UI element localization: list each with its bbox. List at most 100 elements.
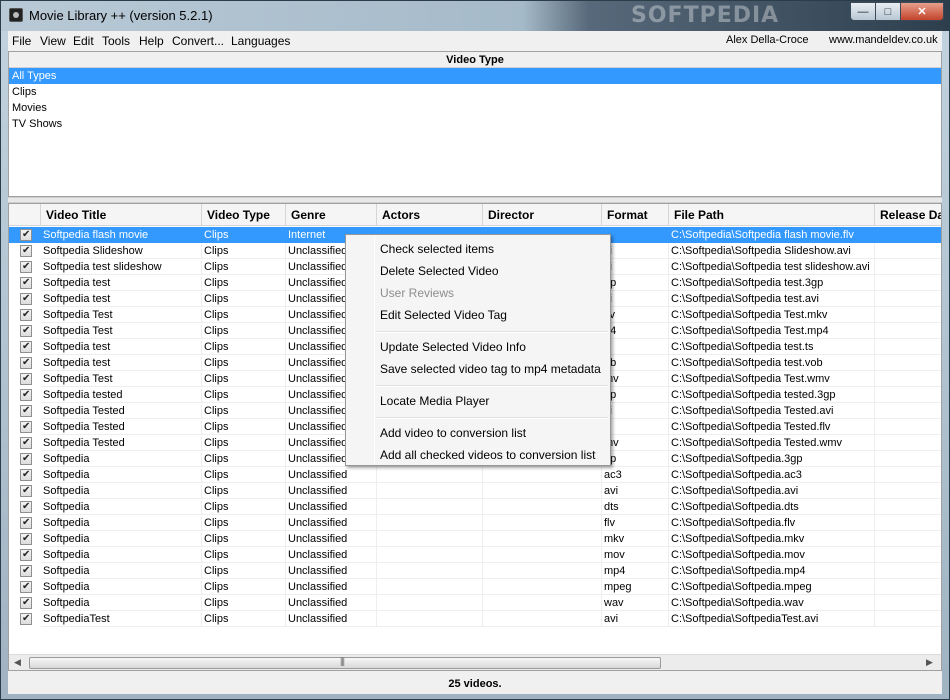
header-file-path[interactable]: File Path bbox=[669, 204, 875, 226]
row-checkbox[interactable] bbox=[20, 275, 32, 291]
row-checkbox[interactable] bbox=[20, 339, 32, 355]
row-checkbox[interactable] bbox=[20, 243, 32, 259]
cell-release-date bbox=[875, 419, 941, 435]
cell-release-date bbox=[875, 307, 941, 323]
close-button[interactable]: ✕ bbox=[900, 2, 944, 21]
menu-file[interactable]: File bbox=[12, 34, 31, 48]
film-reel-icon[interactable] bbox=[9, 8, 23, 22]
menu-help[interactable]: Help bbox=[139, 34, 164, 48]
row-checkbox[interactable] bbox=[20, 483, 32, 499]
cell-release-date bbox=[875, 611, 941, 627]
row-checkbox[interactable] bbox=[20, 259, 32, 275]
table-row[interactable]: SoftpediaClipsUnclassified mp4C:\Softpedi… bbox=[9, 563, 941, 579]
row-checkbox[interactable] bbox=[20, 371, 32, 387]
cell-director bbox=[483, 547, 602, 563]
row-checkbox[interactable] bbox=[20, 307, 32, 323]
table-row[interactable]: SoftpediaClipsUnclassified mpegC:\Softped… bbox=[9, 579, 941, 595]
menu-languages[interactable]: Languages bbox=[231, 34, 290, 48]
row-checkbox[interactable] bbox=[20, 403, 32, 419]
minimize-button[interactable]: — bbox=[850, 2, 876, 21]
grip-icon: ||| bbox=[340, 656, 345, 666]
cell-video-type: Clips bbox=[202, 275, 286, 291]
scrollbar-thumb[interactable]: ||| bbox=[29, 656, 661, 669]
table-row[interactable]: SoftpediaTestClipsUnclassified aviC:\Soft… bbox=[9, 611, 941, 627]
row-checkbox[interactable] bbox=[20, 531, 32, 547]
ctx-update-info[interactable]: Update Selected Video Info bbox=[380, 340, 526, 354]
watermark-logo: SOFTPEDIA bbox=[631, 3, 780, 28]
row-checkbox[interactable] bbox=[20, 563, 32, 579]
row-checkbox[interactable] bbox=[20, 611, 32, 627]
table-row[interactable]: SoftpediaClipsUnclassified wavC:\Softpedi… bbox=[9, 595, 941, 611]
ctx-locate-player[interactable]: Locate Media Player bbox=[380, 394, 489, 408]
scroll-left-icon[interactable]: ◀ bbox=[14, 658, 21, 668]
menu-edit[interactable]: Edit bbox=[73, 34, 94, 48]
table-row[interactable]: SoftpediaClipsUnclassified dtsC:\Softpedi… bbox=[9, 499, 941, 515]
cell-video-type: Clips bbox=[202, 611, 286, 627]
row-checkbox[interactable] bbox=[20, 227, 32, 243]
header-actors[interactable]: Actors bbox=[377, 204, 483, 226]
header-release-date[interactable]: Release Da bbox=[875, 204, 941, 226]
menu-tools[interactable]: Tools bbox=[102, 34, 130, 48]
row-checkbox[interactable] bbox=[20, 579, 32, 595]
cell-file-path: C:\Softpedia\Softpedia Test.mp4 bbox=[669, 323, 875, 339]
ctx-delete-video[interactable]: Delete Selected Video bbox=[380, 264, 499, 278]
row-checkbox[interactable] bbox=[20, 515, 32, 531]
cell-format: wav bbox=[602, 595, 669, 611]
header-checkbox-column[interactable] bbox=[9, 204, 41, 226]
status-bar: 25 videos. bbox=[8, 674, 942, 694]
cell-video-title: Softpedia test bbox=[41, 291, 202, 307]
cell-release-date bbox=[875, 451, 941, 467]
cell-actors bbox=[377, 467, 483, 483]
ctx-separator bbox=[376, 331, 608, 333]
menu-convert[interactable]: Convert... bbox=[172, 34, 224, 48]
ctx-add-all-conversion[interactable]: Add all checked videos to conversion lis… bbox=[380, 448, 595, 462]
cell-format: mv bbox=[602, 435, 669, 451]
cell-file-path: C:\Softpedia\Softpedia tested.3gp bbox=[669, 387, 875, 403]
row-checkbox[interactable] bbox=[20, 435, 32, 451]
cell-actors bbox=[377, 547, 483, 563]
ctx-add-conversion[interactable]: Add video to conversion list bbox=[380, 426, 526, 440]
row-checkbox[interactable] bbox=[20, 419, 32, 435]
maximize-button[interactable]: □ bbox=[875, 2, 901, 21]
row-checkbox[interactable] bbox=[20, 499, 32, 515]
row-checkbox[interactable] bbox=[20, 467, 32, 483]
header-director[interactable]: Director bbox=[483, 204, 602, 226]
header-format[interactable]: Format bbox=[602, 204, 669, 226]
cell-video-title: Softpedia Test bbox=[41, 307, 202, 323]
row-checkbox[interactable] bbox=[20, 291, 32, 307]
table-row[interactable]: SoftpediaClipsUnclassified flvC:\Softpedi… bbox=[9, 515, 941, 531]
row-checkbox[interactable] bbox=[20, 547, 32, 563]
row-checkbox[interactable] bbox=[20, 355, 32, 371]
table-row[interactable]: SoftpediaClipsUnclassified movC:\Softpedi… bbox=[9, 547, 941, 563]
horizontal-scrollbar[interactable]: ◀ ||| ▶ bbox=[9, 654, 941, 670]
video-type-panel: Video Type All Types Clips Movies TV Sho… bbox=[8, 51, 942, 197]
table-row[interactable]: SoftpediaClipsUnclassified mkvC:\Softpedi… bbox=[9, 531, 941, 547]
video-type-item-clips[interactable]: Clips bbox=[9, 84, 941, 100]
ctx-check-selected[interactable]: Check selected items bbox=[380, 242, 494, 256]
table-row[interactable]: SoftpediaClipsUnclassified aviC:\Softpedi… bbox=[9, 483, 941, 499]
video-type-item-all[interactable]: All Types bbox=[9, 68, 941, 84]
video-type-item-movies[interactable]: Movies bbox=[9, 100, 941, 116]
row-checkbox[interactable] bbox=[20, 323, 32, 339]
cell-file-path: C:\Softpedia\Softpedia.mkv bbox=[669, 531, 875, 547]
header-video-type[interactable]: Video Type bbox=[202, 204, 286, 226]
header-genre[interactable]: Genre bbox=[286, 204, 377, 226]
row-checkbox[interactable] bbox=[20, 595, 32, 611]
title-bar[interactable]: Movie Library ++ (version 5.2.1) SOFTPED… bbox=[1, 1, 949, 31]
row-checkbox[interactable] bbox=[20, 387, 32, 403]
cell-format: mov bbox=[602, 547, 669, 563]
ctx-save-mp4-metadata[interactable]: Save selected video tag to mp4 metadata bbox=[380, 362, 601, 376]
website-link[interactable]: www.mandeldev.co.uk bbox=[829, 34, 938, 46]
scroll-right-icon[interactable]: ▶ bbox=[926, 658, 933, 668]
menu-view[interactable]: View bbox=[40, 34, 66, 48]
ctx-separator bbox=[376, 385, 608, 387]
ctx-edit-tag[interactable]: Edit Selected Video Tag bbox=[380, 308, 507, 322]
header-video-title[interactable]: Video Title bbox=[41, 204, 202, 226]
cell-video-type: Clips bbox=[202, 595, 286, 611]
video-type-item-tv-shows[interactable]: TV Shows bbox=[9, 116, 941, 132]
row-checkbox[interactable] bbox=[20, 451, 32, 467]
cell-file-path: C:\Softpedia\Softpedia Tested.wmv bbox=[669, 435, 875, 451]
menu-bar: File View Edit Tools Help Convert... Lan… bbox=[8, 31, 942, 51]
cell-video-title: Softpedia test slideshow bbox=[41, 259, 202, 275]
table-row[interactable]: SoftpediaClipsUnclassified ac3C:\Softpedi… bbox=[9, 467, 941, 483]
